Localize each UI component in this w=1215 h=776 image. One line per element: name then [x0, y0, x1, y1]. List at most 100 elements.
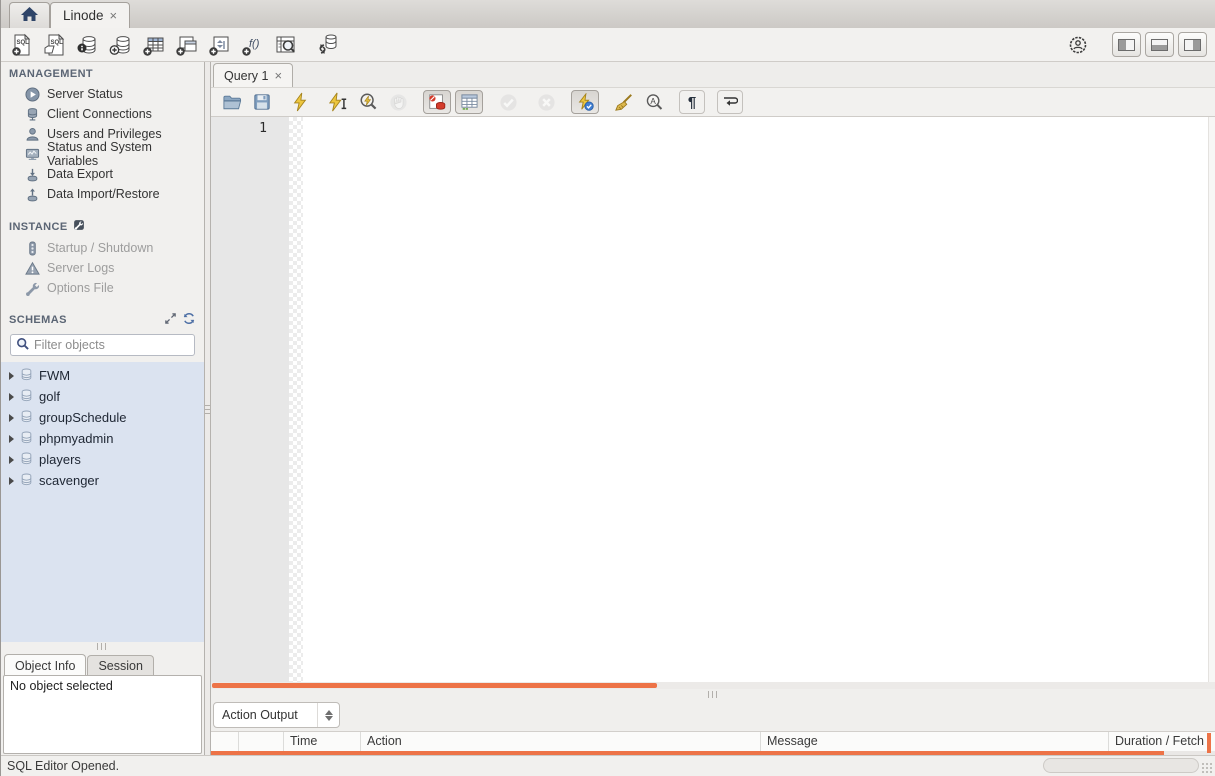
open-sql-script-icon[interactable]: SQL — [42, 32, 68, 58]
line-number: 1 — [259, 121, 267, 136]
database-icon — [19, 472, 34, 490]
sidebar-item-data-export[interactable]: Data Export — [1, 164, 204, 184]
output-type-select[interactable]: Action Output — [213, 702, 340, 728]
create-procedure-icon[interactable] — [207, 32, 233, 58]
resize-grip-icon[interactable] — [1201, 762, 1213, 774]
expander-icon[interactable] — [9, 371, 14, 380]
commit-icon[interactable] — [495, 90, 521, 114]
sidebar-item-client-connections[interactable]: Client Connections — [1, 104, 204, 124]
output-panel: Action Output Time Action Message Durati… — [211, 699, 1215, 755]
toggle-autocommit-icon[interactable] — [571, 90, 599, 114]
home-tab[interactable] — [9, 2, 50, 28]
new-sql-tab-icon[interactable]: SQL — [9, 32, 35, 58]
sidebar-item-options-file[interactable]: Options File — [1, 278, 204, 298]
client-connections-icon — [24, 106, 40, 122]
column-header-empty2[interactable] — [239, 732, 284, 751]
create-schema-icon[interactable] — [108, 32, 134, 58]
scrollbar-thumb[interactable] — [212, 683, 657, 688]
column-header-empty1[interactable] — [211, 732, 239, 751]
database-icon — [19, 409, 34, 427]
sidebar: MANAGEMENT Server Status Client Connecti… — [1, 62, 204, 755]
schema-item-groupschedule[interactable]: groupSchedule — [1, 407, 204, 428]
progress-indicator — [1043, 758, 1199, 773]
expander-icon[interactable] — [9, 455, 14, 464]
expander-icon[interactable] — [9, 476, 14, 485]
execute-current-icon[interactable] — [325, 90, 351, 114]
column-header-action[interactable]: Action — [361, 732, 761, 751]
output-vertical-scrollbar[interactable] — [1207, 733, 1211, 753]
schema-item-players[interactable]: players — [1, 449, 204, 470]
users-icon — [24, 126, 40, 142]
toggle-right-sidebar-icon[interactable] — [1178, 32, 1207, 57]
expander-icon[interactable] — [9, 413, 14, 422]
object-info-text: No object selected — [10, 679, 113, 693]
connection-tab-linode[interactable]: Linode × — [50, 2, 131, 28]
rollback-icon[interactable] — [533, 90, 559, 114]
close-icon[interactable]: × — [274, 69, 282, 82]
create-view-icon[interactable] — [174, 32, 200, 58]
output-table-header: Time Action Message Duration / Fetch — [211, 731, 1215, 751]
output-type-label: Action Output — [222, 708, 298, 722]
schema-item-golf[interactable]: golf — [1, 386, 204, 407]
execute-icon[interactable] — [287, 90, 313, 114]
schemas-section-title: SCHEMAS — [1, 306, 204, 332]
sidebar-item-data-import[interactable]: Data Import/Restore — [1, 184, 204, 204]
mysql-workbench-window: Linode × SQL SQL f() MANAGEMENT Server S… — [0, 0, 1215, 776]
schema-item-fwm[interactable]: FWM — [1, 365, 204, 386]
spinner-icon[interactable] — [317, 703, 339, 727]
toggle-stop-on-error-icon[interactable] — [423, 90, 451, 114]
options-file-icon — [24, 280, 40, 296]
save-icon[interactable] — [249, 90, 275, 114]
limit-rows-icon[interactable] — [455, 90, 483, 114]
find-icon[interactable]: A — [641, 90, 667, 114]
connection-tab-label: Linode — [63, 8, 104, 23]
create-function-icon[interactable]: f() — [240, 32, 266, 58]
sql-text-area[interactable] — [303, 117, 1208, 682]
open-file-icon[interactable] — [219, 90, 245, 114]
column-header-message[interactable]: Message — [761, 732, 1109, 751]
account-gear-icon[interactable] — [1065, 32, 1091, 58]
sql-editor[interactable]: 1 — [211, 117, 1215, 682]
object-info-panel: No object selected — [3, 675, 202, 754]
tab-object-info[interactable]: Object Info — [4, 654, 87, 675]
sidebar-item-server-logs[interactable]: Server Logs — [1, 258, 204, 278]
clear-icon[interactable] — [611, 90, 637, 114]
editor-horizontal-scrollbar[interactable] — [211, 682, 1215, 689]
database-icon — [19, 451, 34, 469]
explain-icon[interactable] — [355, 90, 381, 114]
column-header-time[interactable]: Time — [284, 732, 361, 751]
sidebar-splitter[interactable] — [204, 62, 211, 755]
toggle-output-area-icon[interactable] — [1145, 32, 1174, 57]
schema-filter-input[interactable] — [34, 338, 189, 352]
expander-icon[interactable] — [9, 434, 14, 443]
schema-inspector-icon[interactable] — [75, 32, 101, 58]
query-tab[interactable]: Query 1 × — [213, 63, 294, 87]
editor-vertical-scrollbar[interactable] — [1208, 117, 1215, 682]
server-status-icon — [24, 86, 40, 102]
refresh-icon[interactable] — [182, 312, 196, 328]
database-icon — [19, 430, 34, 448]
schema-item-phpmyadmin[interactable]: phpmyadmin — [1, 428, 204, 449]
wrap-text-icon[interactable] — [717, 90, 743, 114]
sidebar-item-server-status[interactable]: Server Status — [1, 84, 204, 104]
reconnect-dbms-icon[interactable] — [314, 32, 340, 58]
column-header-duration[interactable]: Duration / Fetch — [1109, 732, 1215, 751]
sidebar-item-startup-shutdown[interactable]: Startup / Shutdown — [1, 238, 204, 258]
search-table-data-icon[interactable] — [273, 32, 299, 58]
create-table-icon[interactable] — [141, 32, 167, 58]
sidebar-bottom-splitter[interactable] — [1, 642, 204, 651]
fold-margin — [289, 117, 303, 682]
sidebar-item-system-variables[interactable]: Status and System Variables — [1, 140, 204, 168]
close-icon[interactable]: × — [110, 9, 118, 22]
output-splitter[interactable] — [211, 689, 1215, 699]
search-icon — [16, 337, 30, 354]
show-invisibles-icon[interactable]: ¶ — [679, 90, 705, 114]
toggle-left-sidebar-icon[interactable] — [1112, 32, 1141, 57]
tab-session[interactable]: Session — [87, 655, 154, 675]
expander-icon[interactable] — [9, 392, 14, 401]
stop-icon[interactable] — [385, 90, 411, 114]
expand-icon[interactable] — [164, 312, 177, 328]
main-toolbar: SQL SQL f() — [1, 28, 1215, 62]
schema-item-scavenger[interactable]: scavenger — [1, 470, 204, 491]
instance-section-title: INSTANCE — [1, 213, 204, 238]
